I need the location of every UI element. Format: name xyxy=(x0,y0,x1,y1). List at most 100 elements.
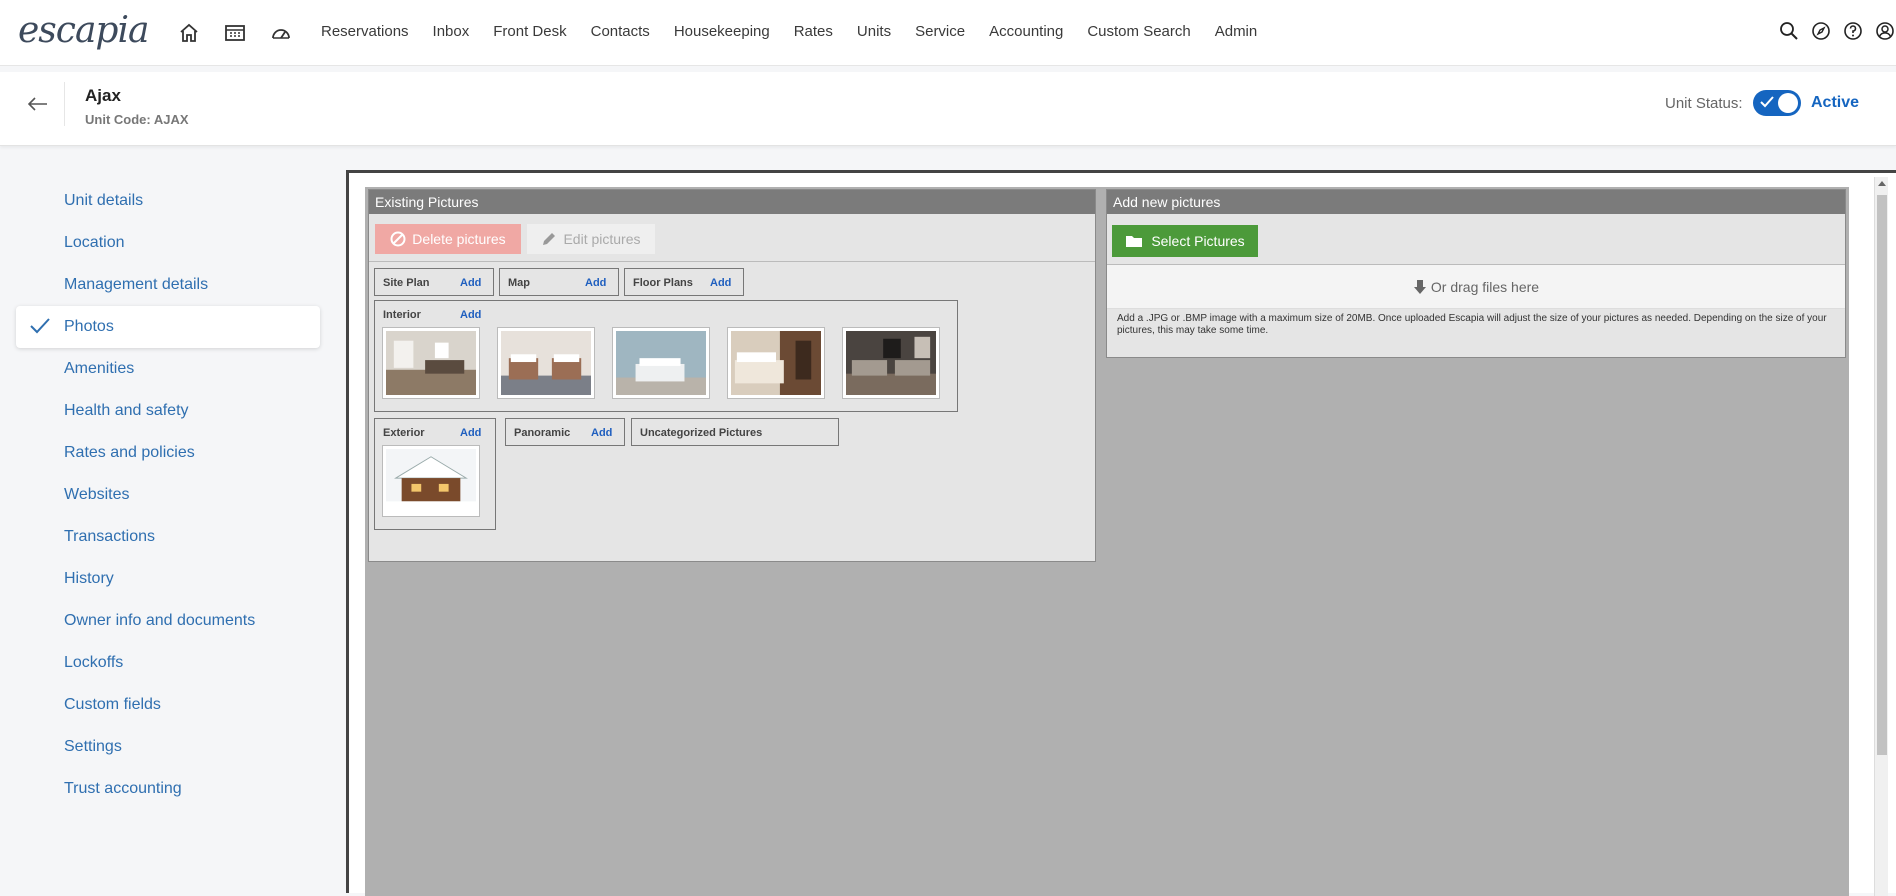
photo-thumbnail[interactable] xyxy=(612,327,710,399)
nav-service[interactable]: Service xyxy=(915,23,965,40)
sidebar-item-health-and-safety[interactable]: Health and safety xyxy=(0,390,330,432)
sidebar-item-management-details[interactable]: Management details xyxy=(0,264,330,306)
unit-name: Ajax xyxy=(85,86,121,105)
drop-zone-label: Or drag files here xyxy=(1430,278,1540,295)
download-arrow-icon xyxy=(1413,279,1426,294)
folder-icon xyxy=(1126,236,1143,247)
living-room-photo xyxy=(846,331,936,395)
photo-thumbnail[interactable] xyxy=(382,445,480,517)
nav-inbox[interactable]: Inbox xyxy=(433,23,470,40)
check-icon xyxy=(1760,96,1774,108)
sidebar-item-label: Unit details xyxy=(64,192,144,209)
sidebar-item-location[interactable]: Location xyxy=(0,222,330,264)
unit-status-label: Unit Status: xyxy=(1665,95,1743,112)
sidebar-item-amenities[interactable]: Amenities xyxy=(0,348,330,390)
sidebar-item-label: Photos xyxy=(64,318,114,335)
sidebar-item-label: Lockoffs xyxy=(64,654,124,671)
nav-admin[interactable]: Admin xyxy=(1215,23,1258,40)
unit-status-value: Active xyxy=(1811,94,1860,111)
nav-units[interactable]: Units xyxy=(857,23,891,40)
sidebar-item-websites[interactable]: Websites xyxy=(0,474,330,516)
main-menu: Reservations Inbox Front Desk Contacts H… xyxy=(321,23,1281,40)
utility-icons xyxy=(1778,20,1896,42)
top-navigation: escapia Reservations Inbox Front Desk Co… xyxy=(0,0,1896,66)
escapia-logo[interactable]: escapia xyxy=(18,10,149,51)
home-icon[interactable] xyxy=(176,20,202,46)
add-interior-link[interactable]: Add xyxy=(460,309,481,321)
group-label: Site Plan xyxy=(383,277,430,289)
sidebar-item-label: Management details xyxy=(64,276,209,293)
group-site-plan: Site Plan Add xyxy=(374,268,494,296)
file-drop-zone[interactable]: Or drag files here xyxy=(1107,265,1845,309)
group-floor-plans: Floor Plans Add xyxy=(624,268,744,296)
sidebar-item-history[interactable]: History xyxy=(0,558,330,600)
sidebar-item-settings[interactable]: Settings xyxy=(0,726,330,768)
sidebar-item-label: Owner info and documents xyxy=(64,612,256,629)
sidebar-item-label: Rates and policies xyxy=(64,444,195,461)
group-label: Map xyxy=(508,277,530,289)
nav-front-desk[interactable]: Front Desk xyxy=(493,23,566,40)
compass-icon[interactable] xyxy=(1810,20,1832,42)
group-label: Panoramic xyxy=(514,427,571,439)
add-site-plan-link[interactable]: Add xyxy=(460,277,481,289)
nav-accounting[interactable]: Accounting xyxy=(989,23,1063,40)
calendar-icon[interactable] xyxy=(222,20,248,46)
unit-status-toggle[interactable] xyxy=(1753,90,1801,116)
nav-contacts[interactable]: Contacts xyxy=(591,23,650,40)
master-bedroom-photo xyxy=(731,331,821,395)
photos-frame: Existing Pictures Delete pictures Edit p… xyxy=(346,170,1896,896)
sidebar-item-transactions[interactable]: Transactions xyxy=(0,516,330,558)
sidebar-item-label: Custom fields xyxy=(64,696,161,713)
select-pictures-button[interactable]: Select Pictures xyxy=(1112,225,1258,257)
sidebar-item-label: Location xyxy=(64,234,125,251)
add-panoramic-link[interactable]: Add xyxy=(591,427,612,439)
add-map-link[interactable]: Add xyxy=(585,277,606,289)
sidebar-item-photos[interactable]: Photos xyxy=(16,306,320,348)
vertical-scrollbar[interactable] xyxy=(1874,177,1888,896)
sidebar-item-label: Transactions xyxy=(64,528,155,545)
sidebar-item-lockoffs[interactable]: Lockoffs xyxy=(0,642,330,684)
sidebar-item-unit-details[interactable]: Unit details xyxy=(0,180,330,222)
unit-code: Unit Code: AJAX xyxy=(85,112,189,127)
user-icon[interactable] xyxy=(1874,20,1896,42)
sidebar-item-trust-accounting[interactable]: Trust accounting xyxy=(0,768,330,810)
nav-icon-group xyxy=(176,20,294,46)
photos-canvas: Existing Pictures Delete pictures Edit p… xyxy=(365,187,1849,896)
group-exterior: Exterior Add xyxy=(374,418,496,530)
group-label: Interior xyxy=(383,309,421,321)
back-button[interactable] xyxy=(24,90,52,118)
scrollbar-thumb[interactable] xyxy=(1877,195,1887,755)
arrow-left-icon xyxy=(28,97,47,111)
search-icon[interactable] xyxy=(1778,20,1800,42)
photo-thumbnail[interactable] xyxy=(382,327,480,399)
nav-reservations[interactable]: Reservations xyxy=(321,23,409,40)
sidebar-item-rates-and-policies[interactable]: Rates and policies xyxy=(0,432,330,474)
photo-thumbnail[interactable] xyxy=(842,327,940,399)
sidebar-item-label: Trust accounting xyxy=(64,780,182,797)
edit-pictures-button[interactable]: Edit pictures xyxy=(527,224,655,254)
kitchen-photo xyxy=(386,331,476,395)
existing-pictures-panel: Existing Pictures Delete pictures Edit p… xyxy=(368,189,1096,562)
photo-thumbnail[interactable] xyxy=(727,327,825,399)
sidebar-item-label: History xyxy=(64,570,114,587)
cabin-exterior-photo xyxy=(386,449,476,513)
ban-icon xyxy=(390,231,406,247)
sidebar-item-custom-fields[interactable]: Custom fields xyxy=(0,684,330,726)
nav-rates[interactable]: Rates xyxy=(794,23,833,40)
scroll-up-icon[interactable] xyxy=(1878,181,1886,186)
add-new-pictures-title: Add new pictures xyxy=(1107,190,1845,214)
edit-pictures-label: Edit pictures xyxy=(563,231,641,247)
delete-pictures-button[interactable]: Delete pictures xyxy=(375,224,521,254)
existing-pictures-title: Existing Pictures xyxy=(369,190,1095,214)
add-floor-plans-link[interactable]: Add xyxy=(710,277,731,289)
add-exterior-link[interactable]: Add xyxy=(460,427,481,439)
help-icon[interactable] xyxy=(1842,20,1864,42)
select-row: Select Pictures xyxy=(1107,219,1845,265)
nav-housekeeping[interactable]: Housekeeping xyxy=(674,23,770,40)
twin-bedroom-photo xyxy=(501,331,591,395)
upload-hint: Add a .JPG or .BMP image with a maximum … xyxy=(1117,313,1827,336)
photo-thumbnail[interactable] xyxy=(497,327,595,399)
dashboard-icon[interactable] xyxy=(268,20,294,46)
sidebar-item-owner-info[interactable]: Owner info and documents xyxy=(0,600,330,642)
nav-custom-search[interactable]: Custom Search xyxy=(1087,23,1190,40)
